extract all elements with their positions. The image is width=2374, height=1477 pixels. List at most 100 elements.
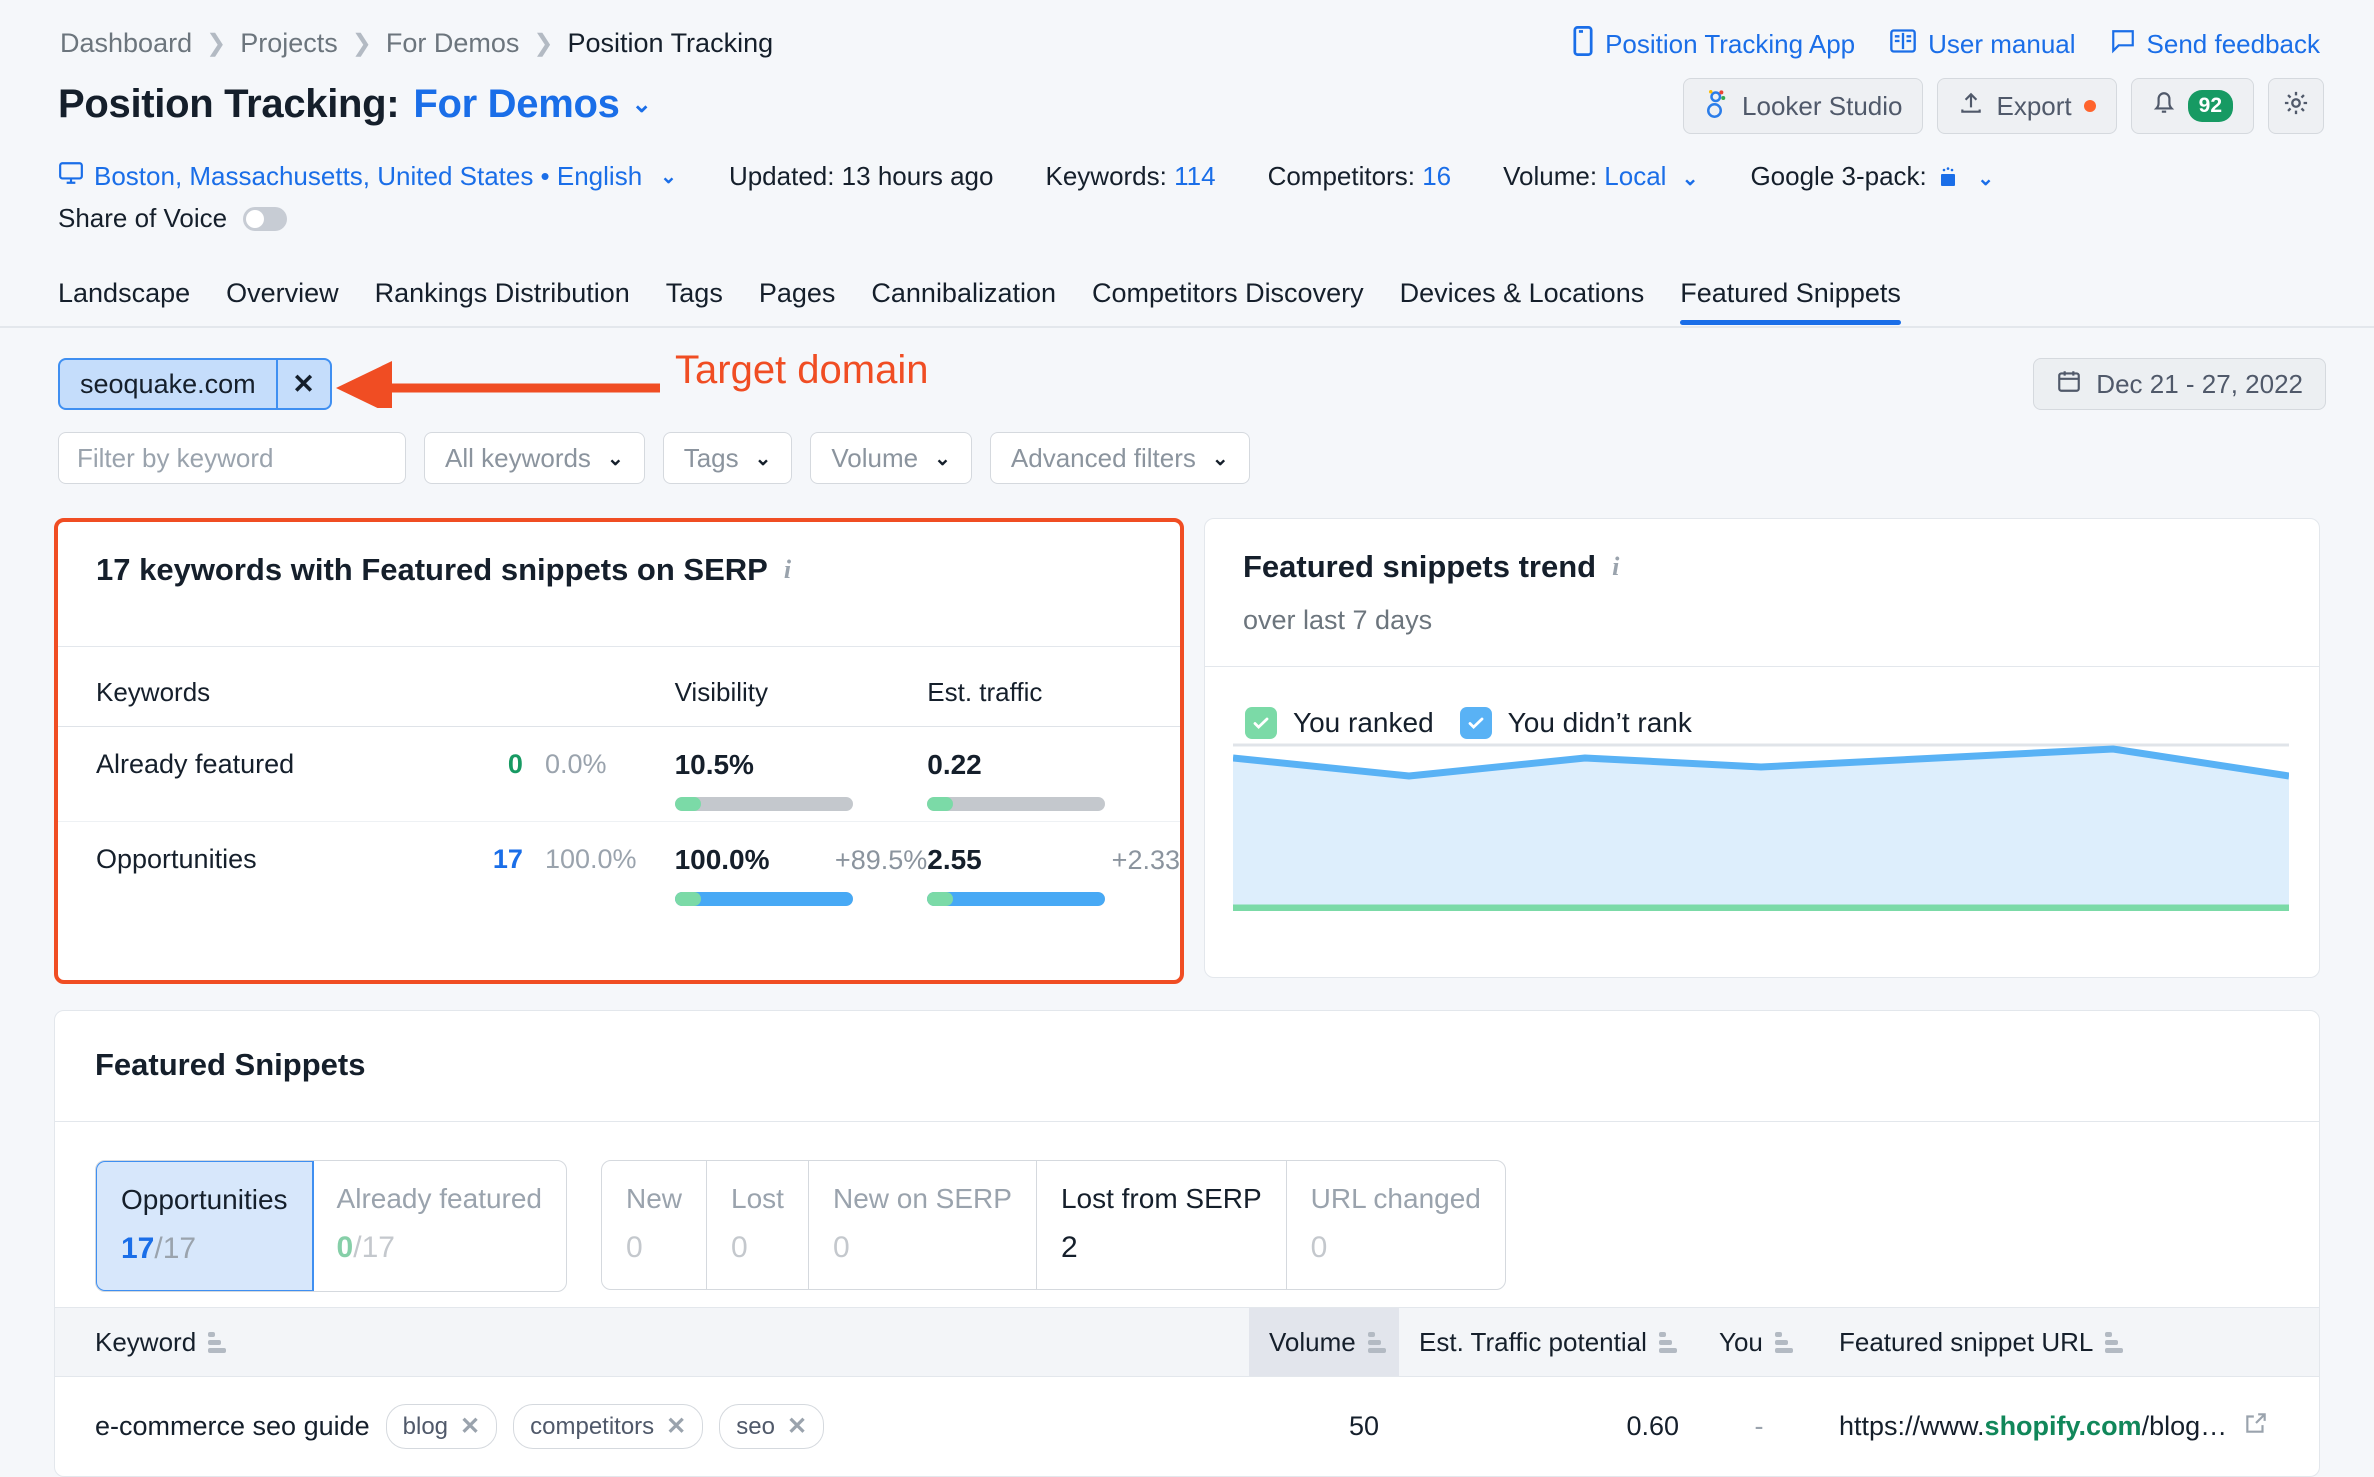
column-header-featured-snippet-url[interactable]: Featured snippet URL — [1819, 1308, 2319, 1376]
filter-volume[interactable]: Volume ⌄ — [810, 432, 972, 484]
chevron-down-icon[interactable]: ⌄ — [660, 164, 677, 189]
book-icon — [1889, 28, 1917, 61]
date-range-picker[interactable]: Dec 21 - 27, 2022 — [2033, 358, 2326, 410]
breadcrumb-item-dashboard[interactable]: Dashboard — [60, 28, 192, 59]
tab-devices-locations[interactable]: Devices & Locations — [1382, 278, 1663, 323]
column-visibility: Visibility — [675, 647, 928, 727]
tab-overview[interactable]: Overview — [208, 278, 357, 323]
column-header-volume[interactable]: Volume — [1249, 1308, 1399, 1376]
primary-tab-group: Opportunities 17/17 Already featured 0/1… — [95, 1160, 567, 1292]
volume-value: Local — [1604, 161, 1666, 191]
info-icon[interactable]: i — [1612, 552, 1619, 582]
row-label-opportunities: Opportunities — [58, 822, 452, 917]
table-row: Already featured 0 0.0% 10.5% 0.22 — [58, 727, 1180, 822]
legend-label: You ranked — [1293, 707, 1434, 739]
notifications-button[interactable]: 92 — [2131, 78, 2254, 134]
tab-lost[interactable]: Lost 0 — [707, 1161, 809, 1289]
breadcrumb-item-position-tracking: Position Tracking — [568, 28, 774, 59]
close-icon[interactable]: ✕ — [460, 1412, 480, 1441]
filter-advanced[interactable]: Advanced filters ⌄ — [990, 432, 1250, 484]
tab-value: 0 — [1311, 1231, 1481, 1265]
competitors-stat-value[interactable]: 16 — [1422, 161, 1451, 191]
column-count-spacer — [452, 647, 523, 727]
tab-featured-snippets[interactable]: Featured Snippets — [1662, 278, 1919, 323]
filter-label: Tags — [684, 443, 739, 474]
filter-label: All keywords — [445, 443, 591, 474]
card-title-row: Featured snippets trend i — [1243, 549, 2281, 585]
keywords-stat-label: Keywords: — [1045, 161, 1166, 191]
keyword-search[interactable] — [58, 432, 406, 484]
close-icon[interactable]: ✕ — [276, 360, 330, 408]
export-button[interactable]: Export — [1937, 78, 2116, 134]
traffic-delta: +2.33 — [1112, 845, 1180, 876]
volume-selector[interactable]: Volume: Local ⌄ — [1503, 161, 1698, 192]
column-header-keyword[interactable]: Keyword — [55, 1308, 1249, 1376]
legend-item-you-didnt-rank[interactable]: You didn’t rank — [1460, 707, 1692, 739]
column-header-est-traffic-potential[interactable]: Est. Traffic potential — [1399, 1308, 1699, 1376]
row-label-already-featured: Already featured — [58, 727, 452, 822]
looker-studio-button[interactable]: Looker Studio — [1683, 78, 1923, 134]
row-count-opportunities[interactable]: 17 — [452, 822, 523, 917]
filter-all-keywords[interactable]: All keywords ⌄ — [424, 432, 645, 484]
chevron-down-icon[interactable]: ⌄ — [632, 90, 652, 119]
column-header-you[interactable]: You — [1699, 1308, 1819, 1376]
close-icon[interactable]: ✕ — [666, 1412, 686, 1441]
search-input[interactable] — [59, 433, 406, 483]
legend-item-you-ranked[interactable]: You ranked — [1245, 707, 1434, 739]
info-icon[interactable]: i — [784, 555, 791, 585]
row-visibility-opportunities: 100.0% +89.5% — [675, 822, 928, 917]
external-link-icon[interactable] — [2243, 1410, 2269, 1443]
share-of-voice-label: Share of Voice — [58, 203, 227, 234]
gear-icon — [2282, 89, 2310, 124]
target-domain-chip[interactable]: seoquake.com ✕ — [58, 358, 332, 410]
tab-landscape[interactable]: Landscape — [58, 278, 208, 323]
sort-icon — [208, 1332, 226, 1353]
send-feedback-link[interactable]: Send feedback — [2110, 28, 2320, 61]
column-keywords: Keywords — [58, 647, 452, 727]
keyword-tag[interactable]: competitors ✕ — [513, 1404, 703, 1449]
tab-url-changed[interactable]: URL changed 0 — [1287, 1161, 1505, 1289]
breadcrumb-item-projects[interactable]: Projects — [240, 28, 338, 59]
close-icon[interactable]: ✕ — [787, 1412, 807, 1441]
card-subtitle: over last 7 days — [1243, 605, 2281, 636]
tab-new[interactable]: New 0 — [602, 1161, 707, 1289]
tab-already-featured[interactable]: Already featured 0/17 — [313, 1161, 566, 1291]
tab-value: 0 — [833, 1231, 1012, 1265]
tab-lost-from-serp[interactable]: Lost from SERP 2 — [1037, 1161, 1287, 1289]
sort-icon — [1775, 1332, 1793, 1353]
filter-tags[interactable]: Tags ⌄ — [663, 432, 793, 484]
tab-new-on-serp[interactable]: New on SERP 0 — [809, 1161, 1037, 1289]
tab-competitors-discovery[interactable]: Competitors Discovery — [1074, 278, 1382, 323]
chevron-down-icon: ⌄ — [934, 446, 951, 471]
google-3pack-selector[interactable]: Google 3-pack: ⌄ — [1750, 161, 1994, 192]
user-manual-link[interactable]: User manual — [1889, 28, 2075, 61]
tab-opportunities[interactable]: Opportunities 17/17 — [95, 1160, 314, 1292]
cell-featured-snippet-url: https://www.shopify.com/blog… — [1819, 1410, 2319, 1443]
keyword-tag[interactable]: seo ✕ — [719, 1404, 824, 1449]
url-text[interactable]: https://www.shopify.com/blog… — [1839, 1411, 2227, 1442]
breadcrumb-item-for-demos[interactable]: For Demos — [386, 28, 520, 59]
column-share-spacer — [523, 647, 675, 727]
chevron-right-icon: ❯ — [206, 32, 226, 56]
tab-tags[interactable]: Tags — [648, 278, 741, 323]
project-name-link[interactable]: For Demos — [413, 82, 619, 127]
tab-rankings-distribution[interactable]: Rankings Distribution — [357, 278, 648, 323]
keywords-stat-value[interactable]: 114 — [1174, 161, 1215, 191]
tag-label: blog — [403, 1413, 448, 1441]
location-selector[interactable]: Boston, Massachusetts, United States • E… — [58, 160, 677, 193]
column-label: Featured snippet URL — [1839, 1327, 2093, 1358]
keyword-text[interactable]: e-commerce seo guide — [95, 1411, 370, 1442]
position-tracking-app-link[interactable]: Position Tracking App — [1572, 26, 1855, 63]
tab-pages[interactable]: Pages — [741, 278, 854, 323]
google-3pack-label: Google 3-pack: — [1750, 161, 1926, 191]
keyword-tag[interactable]: blog ✕ — [386, 1404, 497, 1449]
tab-label: New on SERP — [833, 1183, 1012, 1215]
looker-studio-icon — [1704, 88, 1730, 125]
header-links: Position Tracking App User manual Send f… — [1572, 26, 2320, 63]
tab-cannibalization[interactable]: Cannibalization — [853, 278, 1074, 323]
competitors-stat-label: Competitors: — [1268, 161, 1415, 191]
cell-keyword: e-commerce seo guide blog ✕ competitors … — [55, 1404, 1249, 1449]
row-traffic-opportunities: 2.55 +2.33 — [927, 822, 1180, 917]
share-of-voice-toggle[interactable] — [243, 207, 287, 231]
settings-button[interactable] — [2268, 78, 2324, 134]
